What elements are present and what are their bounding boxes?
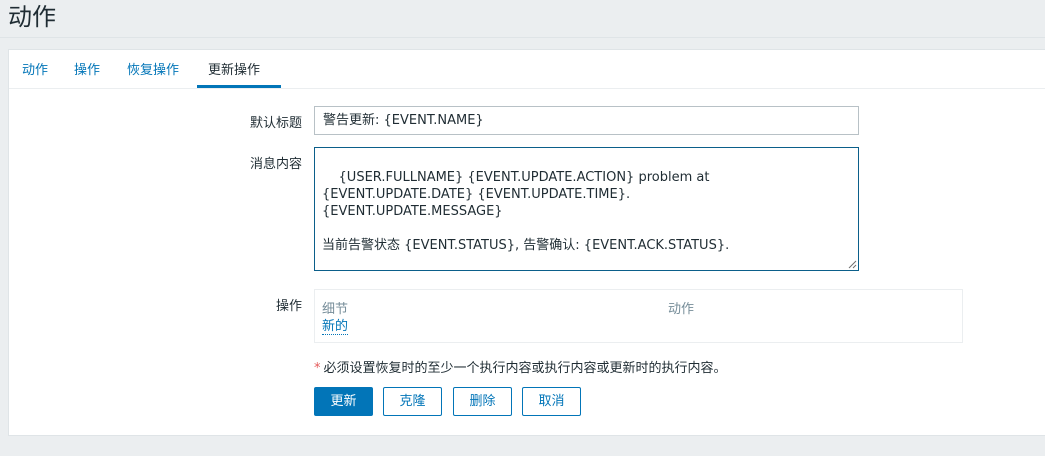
clone-button[interactable]: 克隆	[383, 387, 442, 416]
operations-label: 操作	[275, 299, 302, 314]
tab-action[interactable]: 动作	[22, 61, 48, 89]
message-text: {USER.FULLNAME} {EVENT.UPDATE.ACTION} pr…	[322, 170, 730, 253]
message-label: 消息内容	[249, 157, 302, 172]
delete-button[interactable]: 删除	[453, 387, 512, 416]
page-title: 动作	[8, 3, 56, 31]
tab-recovery-operations[interactable]: 恢复操作	[127, 61, 179, 89]
message-textarea[interactable]: {USER.FULLNAME} {EVENT.UPDATE.ACTION} pr…	[314, 147, 859, 271]
tab-operations[interactable]: 操作	[74, 61, 100, 89]
required-warning: * 必须设置恢复时的至少一个执行内容或执行内容或更新时的执行内容。	[314, 357, 727, 376]
title-divider	[0, 37, 1045, 38]
column-header-details: 细节	[322, 302, 349, 317]
active-tab-indicator	[197, 85, 281, 88]
action-form-panel: 动作 操作 恢复操作 更新操作 默认标题 警告更新: {EVENT.NAME} …	[8, 49, 1045, 436]
default-subject-label: 默认标题	[249, 116, 302, 131]
new-operation-link[interactable]: 新的	[322, 319, 349, 335]
resize-grip-icon[interactable]	[848, 260, 857, 269]
default-subject-input[interactable]: 警告更新: {EVENT.NAME}	[314, 106, 859, 135]
cancel-button[interactable]: 取消	[522, 387, 581, 416]
column-header-action: 动作	[668, 302, 695, 317]
operations-table: 细节 动作 新的	[314, 289, 963, 343]
required-warning-text: 必须设置恢复时的至少一个执行内容或执行内容或更新时的执行内容。	[323, 361, 727, 376]
tab-bar: 动作 操作 恢复操作 更新操作	[9, 50, 1045, 89]
update-button[interactable]: 更新	[314, 387, 373, 416]
required-asterisk: *	[314, 361, 321, 376]
